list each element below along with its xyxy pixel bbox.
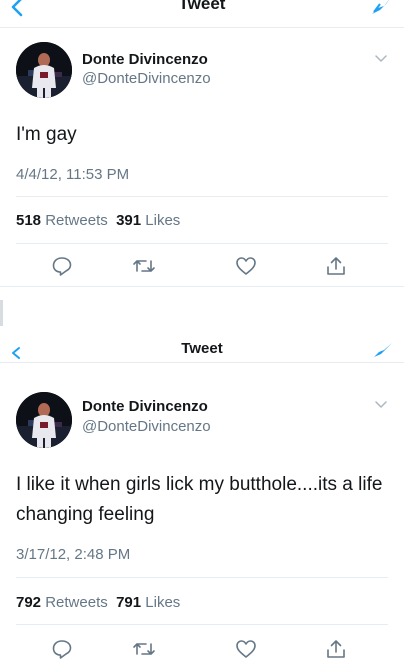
- divider: [16, 577, 388, 578]
- reply-button[interactable]: [48, 635, 76, 663]
- retweet-icon: [133, 260, 155, 272]
- user-display-name[interactable]: Donte Divincenzo: [82, 398, 208, 415]
- divider: [0, 286, 404, 287]
- tweet-actions: [0, 635, 404, 663]
- retweets-count[interactable]: 792: [16, 594, 41, 611]
- avatar[interactable]: [16, 42, 72, 98]
- tweet-text: I'm gay: [16, 124, 77, 145]
- heart-icon: [236, 257, 256, 275]
- divider: [16, 624, 388, 625]
- likes-label[interactable]: Likes: [145, 594, 180, 611]
- compose-icon[interactable]: [370, 0, 394, 16]
- tweet-screenshot-1: Tweet Donte Divincenzo @DonteDivincenzo …: [0, 0, 404, 288]
- tweet-timestamp[interactable]: 4/4/12, 11:53 PM: [16, 166, 129, 183]
- likes-count[interactable]: 391: [116, 212, 141, 229]
- user-handle[interactable]: @DonteDivincenzo: [82, 70, 211, 87]
- like-button[interactable]: [232, 635, 260, 663]
- tweet-timestamp[interactable]: 3/17/12, 2:48 PM: [16, 546, 130, 563]
- avatar[interactable]: [16, 392, 72, 448]
- compose-icon[interactable]: [372, 342, 394, 358]
- likes-label[interactable]: Likes: [145, 212, 180, 229]
- retweets-label[interactable]: Retweets: [45, 594, 108, 611]
- divider: [16, 196, 388, 197]
- share-icon: [327, 257, 345, 275]
- share-button[interactable]: [322, 635, 350, 663]
- chevron-down-icon[interactable]: [374, 400, 388, 410]
- tweet-actions: [0, 252, 404, 282]
- user-handle[interactable]: @DonteDivincenzo: [82, 418, 211, 435]
- top-nav-bar: Tweet: [0, 334, 404, 363]
- chevron-down-icon[interactable]: [374, 54, 388, 64]
- retweet-button[interactable]: [130, 635, 158, 663]
- screenshot-gap: [0, 288, 404, 334]
- tweet-screenshot-2: Tweet Donte Divincenzo @DonteDivincenzo …: [0, 334, 404, 663]
- reply-button[interactable]: [48, 252, 76, 280]
- divider: [16, 243, 388, 244]
- tweet-text: I like it when girls lick my butthole...…: [16, 474, 383, 525]
- like-button[interactable]: [232, 252, 260, 280]
- nav-title: Tweet: [178, 0, 226, 13]
- nav-title: Tweet: [181, 340, 223, 357]
- share-icon: [327, 640, 345, 658]
- reply-icon: [52, 640, 72, 659]
- reply-icon: [52, 257, 72, 276]
- retweets-count[interactable]: 518: [16, 212, 41, 229]
- user-display-name[interactable]: Donte Divincenzo: [82, 51, 208, 68]
- retweet-button[interactable]: [130, 252, 158, 280]
- share-button[interactable]: [322, 252, 350, 280]
- retweets-label[interactable]: Retweets: [45, 212, 108, 229]
- gap-mark: [0, 300, 3, 326]
- likes-count[interactable]: 791: [116, 594, 141, 611]
- heart-icon: [236, 640, 256, 658]
- tweet-stats: 792 Retweets 791 Likes: [16, 594, 388, 611]
- top-nav-bar: Tweet: [0, 0, 404, 28]
- tweet-stats: 518 Retweets 391 Likes: [16, 212, 388, 229]
- retweet-icon: [133, 643, 155, 655]
